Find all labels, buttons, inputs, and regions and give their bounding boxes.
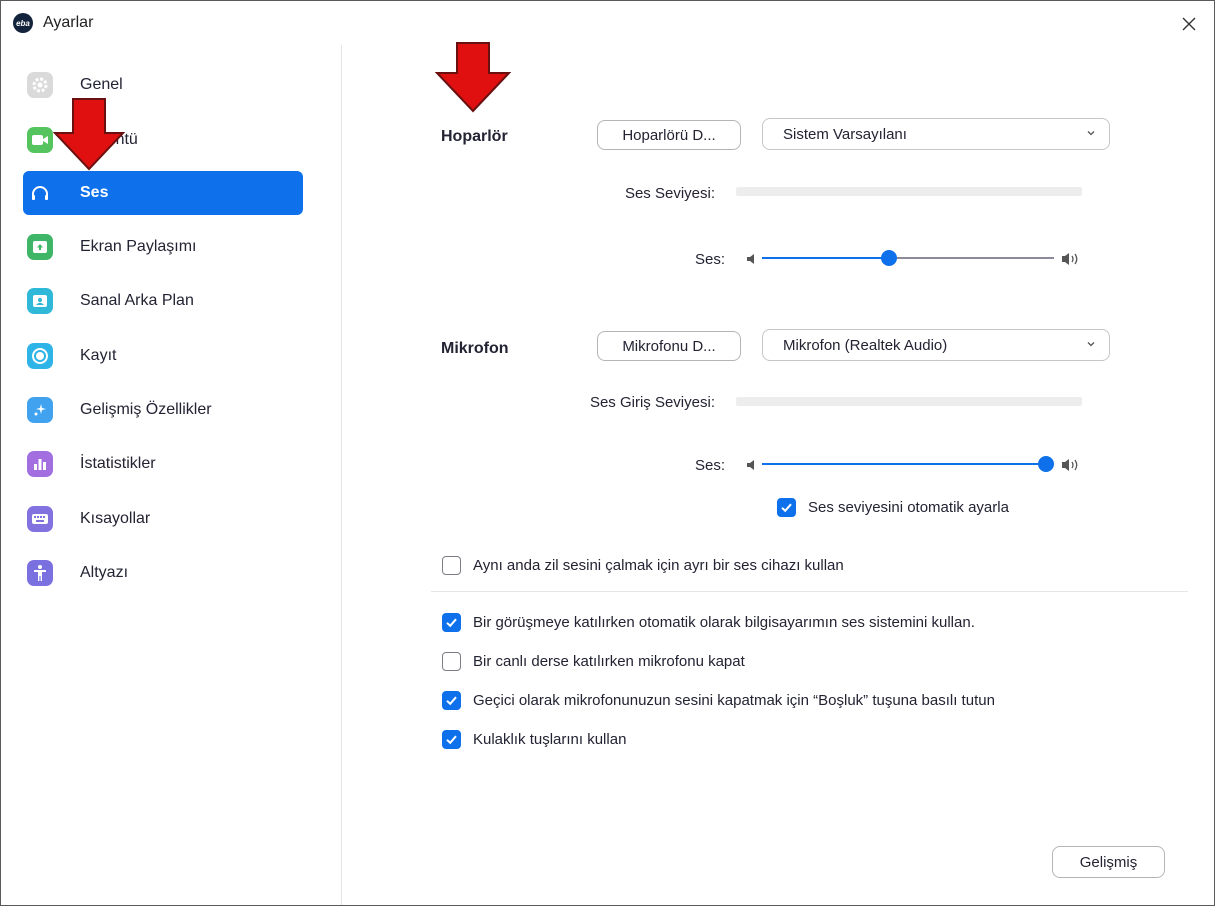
settings-sidebar: Genel Görüntü Ses Ekran Paylaşımı Sanal … <box>1 45 342 905</box>
checkbox-label: Bir görüşmeye katılırken otomatik olarak… <box>473 614 975 631</box>
microphone-level-meter <box>736 397 1082 406</box>
sidebar-item-statistics[interactable]: İstatistikler <box>23 442 303 486</box>
push-to-talk-checkbox[interactable]: Geçici olarak mikrofonunuzun sesini kapa… <box>442 691 995 710</box>
microphone-volume-label: Ses: <box>694 457 725 474</box>
speaker-level-label: Ses Seviyesi: <box>624 185 715 202</box>
annotation-arrow-icon <box>53 98 125 171</box>
test-microphone-button[interactable]: Mikrofonu D... <box>597 331 741 361</box>
checkmark-icon <box>781 503 792 513</box>
speaker-device-select[interactable]: Sistem Varsayılanı <box>762 118 1110 150</box>
chevron-down-icon <box>1087 342 1095 347</box>
bar-chart-icon <box>27 451 53 477</box>
checkbox-label: Aynı anda zil sesini çalmak için ayrı bi… <box>473 557 844 574</box>
headset-keys-checkbox[interactable]: Kulaklık tuşlarını kullan <box>442 730 626 749</box>
record-icon <box>27 343 53 369</box>
share-screen-icon <box>27 234 53 260</box>
app-logo-icon: eba <box>13 13 33 33</box>
mute-mic-on-join-checkbox[interactable]: Bir canlı derse katılırken mikrofonu kap… <box>442 652 745 671</box>
microphone-section-label: Mikrofon <box>441 340 509 357</box>
sidebar-item-label: Ses <box>80 184 109 201</box>
checkbox-box[interactable] <box>442 730 461 749</box>
microphone-volume-slider[interactable] <box>762 454 1054 474</box>
sidebar-item-label: Altyazı <box>80 564 129 581</box>
slider-track <box>889 257 1054 259</box>
slider-track-active <box>762 257 889 259</box>
volume-high-icon <box>1062 459 1078 471</box>
accessibility-icon <box>27 560 53 586</box>
sidebar-item-label: Kayıt <box>80 347 117 364</box>
separate-ringtone-checkbox[interactable]: Aynı anda zil sesini çalmak için ayrı bi… <box>442 556 844 575</box>
slider-track-active <box>762 463 1046 465</box>
checkbox-box[interactable] <box>442 556 461 575</box>
speaker-section-label: Hoparlör <box>441 128 508 145</box>
microphone-device-select[interactable]: Mikrofon (Realtek Audio) <box>762 329 1110 361</box>
settings-window: eba Ayarlar Genel Görüntü Ses <box>0 0 1215 906</box>
volume-low-icon <box>747 460 754 470</box>
sidebar-item-recording[interactable]: Kayıt <box>23 334 303 378</box>
speaker-level-meter <box>736 187 1082 196</box>
gear-icon <box>27 72 53 98</box>
microphone-device-value: Mikrofon (Realtek Audio) <box>783 336 948 354</box>
speaker-device-value: Sistem Varsayılanı <box>783 125 907 143</box>
speaker-volume-slider[interactable] <box>762 248 1054 268</box>
checkmark-icon <box>446 696 457 706</box>
checkbox-label: Bir canlı derse katılırken mikrofonu kap… <box>473 653 745 670</box>
speaker-volume-label: Ses: <box>694 251 725 268</box>
virtual-background-icon <box>27 288 53 314</box>
sidebar-item-screen-share[interactable]: Ekran Paylaşımı <box>23 225 303 269</box>
volume-low-icon <box>747 254 754 264</box>
section-divider <box>431 591 1188 592</box>
keyboard-icon <box>27 506 53 532</box>
checkmark-icon <box>446 735 457 745</box>
volume-high-icon <box>1062 253 1078 265</box>
sidebar-item-label: Sanal Arka Plan <box>80 292 194 309</box>
checkbox-box[interactable] <box>442 652 461 671</box>
auto-join-audio-checkbox[interactable]: Bir görüşmeye katılırken otomatik olarak… <box>442 613 975 632</box>
sidebar-item-advanced-features[interactable]: Gelişmiş Özellikler <box>23 388 303 432</box>
close-button[interactable] <box>1174 9 1204 39</box>
test-speaker-button[interactable]: Hoparlörü D... <box>597 120 741 150</box>
window-title: Ayarlar <box>43 14 94 31</box>
advanced-button[interactable]: Gelişmiş <box>1052 846 1165 878</box>
sidebar-item-label: Gelişmiş Özellikler <box>80 401 212 418</box>
sidebar-item-label: Genel <box>80 76 123 93</box>
sidebar-item-captions[interactable]: Altyazı <box>23 551 303 595</box>
slider-thumb[interactable] <box>881 250 897 266</box>
checkbox-label: Geçici olarak mikrofonunuzun sesini kapa… <box>473 692 995 709</box>
sidebar-item-label: Kısayollar <box>80 510 151 527</box>
close-icon <box>1182 17 1196 31</box>
sparkle-icon <box>27 397 53 423</box>
sidebar-item-virtual-background[interactable]: Sanal Arka Plan <box>23 279 303 323</box>
sidebar-item-audio[interactable]: Ses <box>23 171 303 215</box>
checkbox-box[interactable] <box>777 498 796 517</box>
audio-settings-panel: Hoparlör Hoparlörü D... Sistem Varsayıla… <box>343 42 1215 905</box>
annotation-arrow-icon <box>434 42 512 113</box>
video-camera-icon <box>27 127 53 153</box>
checkmark-icon <box>446 618 457 628</box>
checkbox-box[interactable] <box>442 691 461 710</box>
sidebar-item-shortcuts[interactable]: Kısayollar <box>23 497 303 541</box>
headphones-icon <box>27 180 53 206</box>
sidebar-item-label: Ekran Paylaşımı <box>80 238 197 255</box>
title-bar: eba Ayarlar <box>1 1 1214 45</box>
microphone-level-label: Ses Giriş Seviyesi: <box>589 394 715 411</box>
sidebar-item-label: İstatistikler <box>80 455 156 472</box>
chevron-down-icon <box>1087 131 1095 136</box>
checkbox-label: Ses seviyesini otomatik ayarla <box>808 499 1009 516</box>
slider-thumb[interactable] <box>1038 456 1054 472</box>
auto-adjust-volume-checkbox[interactable]: Ses seviyesini otomatik ayarla <box>777 498 1009 517</box>
checkbox-box[interactable] <box>442 613 461 632</box>
checkbox-label: Kulaklık tuşlarını kullan <box>473 731 627 748</box>
